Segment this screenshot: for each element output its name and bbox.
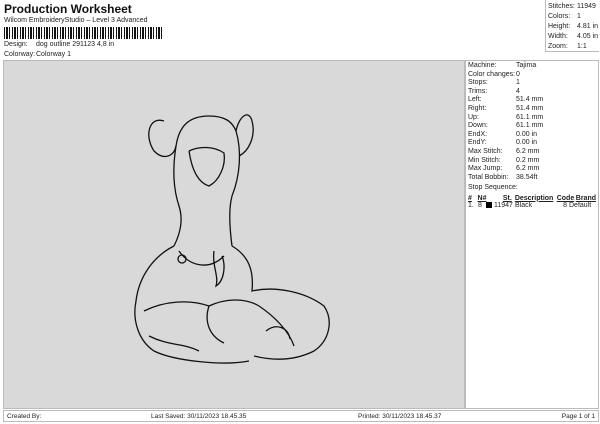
detail-row: Max Stitch: 6.2 mm [468,148,596,157]
stop-description: Black [515,201,533,209]
detail-row: Total Bobbin: 38.54ft [468,174,596,183]
col-n: N# [477,194,487,202]
detail-row: Down: 61.1 mm [468,122,596,131]
dog-embroidery-outline [134,114,330,364]
detail-label: Machine: [468,62,497,69]
stop-code: 8 [563,201,567,209]
stat-value: 4.05 in [577,33,599,40]
detail-value: 0.2 mm [516,156,540,164]
stop-sequence-label: Stop Sequence: [468,184,518,192]
stat-row: Stitches: 11949 [548,2,597,12]
created-by: Created By: [7,412,42,420]
detail-value: 61.1 mm [516,122,544,130]
stat-row: Colors: 1 [548,12,597,22]
color-swatch [486,202,492,209]
detail-value: Tajima [516,62,537,69]
colorway-value: Colorway 1 [36,51,72,58]
detail-value: 61.1 mm [516,113,544,121]
detail-label: EndX: [468,130,488,138]
details-panel: Machine: Tajima Color changes:0 Stops: 1 Trim… [465,60,599,409]
detail-row: Min Stitch: 0.2 mm [468,157,596,166]
detail-label: Max Jump: [468,165,503,173]
stat-row: Width: 4.05 in [548,32,599,42]
col-brand: Brand [575,194,596,202]
stop-row[interactable]: 1. 8 11947 Black 8 Default [468,202,596,209]
detail-row: Trims: 4 [468,88,596,97]
col-code: Code [556,194,575,202]
colorway-row: Colorway:Colorway 1 [4,51,71,58]
stat-row: Zoom: 1:1 [548,42,597,52]
stat-label: Stitches: [548,3,575,10]
page-number: Page 1 of 1 [561,412,595,420]
detail-row: Stops: 1 [468,79,596,88]
stop-stitches: 11947 [494,201,513,209]
stats-box: Stitches: 11949 Colors: 1 Height: 4.81 in Widt… [545,0,599,52]
detail-value: 38.54ft [516,173,538,181]
detail-value: 51.4 mm [516,96,544,104]
detail-label: Trims: [468,87,488,95]
detail-row: Color changes:0 [468,71,596,80]
detail-row: Up: 61.1 mm [468,114,596,123]
detail-label: Max Stitch: [468,147,503,155]
detail-value: 51.4 mm [516,104,544,112]
stop-sequence-header: # N# St. Description Code Brand [468,195,596,202]
detail-value: 1 [516,79,520,87]
software-name: Wilcom EmbroideryStudio – Level 3 Advanc… [4,17,148,24]
detail-value: 4 [516,87,520,95]
printed: Printed: 30/11/2023 18.45.37 [358,412,442,420]
design-label: Design: [4,41,28,48]
detail-label: Left: [468,96,482,104]
detail-label: Stops: [468,79,488,87]
detail-row: EndX: 0.00 in [468,131,596,140]
detail-value: 0.00 in [516,130,538,138]
stop-brand: Default [569,201,592,209]
colorway-label: Colorway: [4,51,36,58]
detail-label: Up: [468,113,479,121]
detail-row: Max Jump: 6.2 mm [468,165,596,174]
detail-value: 6.2 mm [516,165,540,173]
detail-label: EndY: [468,139,487,147]
detail-row: Right: 51.4 mm [468,105,596,114]
detail-label: Total Bobbin: [468,173,509,181]
detail-row: Machine: Tajima [468,62,596,71]
col-description: Description [514,194,554,202]
stop-needle: 8 [478,201,482,209]
col-num: # [468,194,472,202]
stat-label: Zoom: [548,43,568,50]
stat-label: Height: [548,23,571,30]
stat-value: 4.81 in [577,23,599,30]
detail-row: Left: 51.4 mm [468,96,596,105]
design-value: dog outline 291123 4,8 in [36,41,115,48]
barcode [4,27,164,39]
detail-value: 6.2 mm [516,147,540,155]
detail-value: 0 [516,70,520,78]
detail-label: Min Stitch: [468,156,501,164]
design-row: Design: dog outline 291123 4,8 in [4,41,114,48]
col-st: St. [502,194,512,202]
stat-label: Colors: [548,13,571,20]
stop-num: 1. [468,201,474,209]
detail-value: 0.00 in [516,139,538,147]
detail-row: EndY: 0.00 in [468,139,596,148]
stat-row: Height: 4.81 in [548,22,599,32]
detail-label: Color changes: [468,70,516,78]
detail-label: Right: [468,104,487,112]
stat-value: 11949 [577,3,596,10]
design-preview [3,60,465,409]
detail-label: Down: [468,122,488,130]
stat-label: Width: [548,33,568,40]
page-title: Production Worksheet [4,2,132,16]
stat-value: 1:1 [577,43,587,50]
footer: Created By: Last Saved: 30/11/2023 18.45… [3,410,599,422]
last-saved: Last Saved: 30/11/2023 18.45.35 [151,412,247,420]
stat-value: 1 [577,13,581,20]
